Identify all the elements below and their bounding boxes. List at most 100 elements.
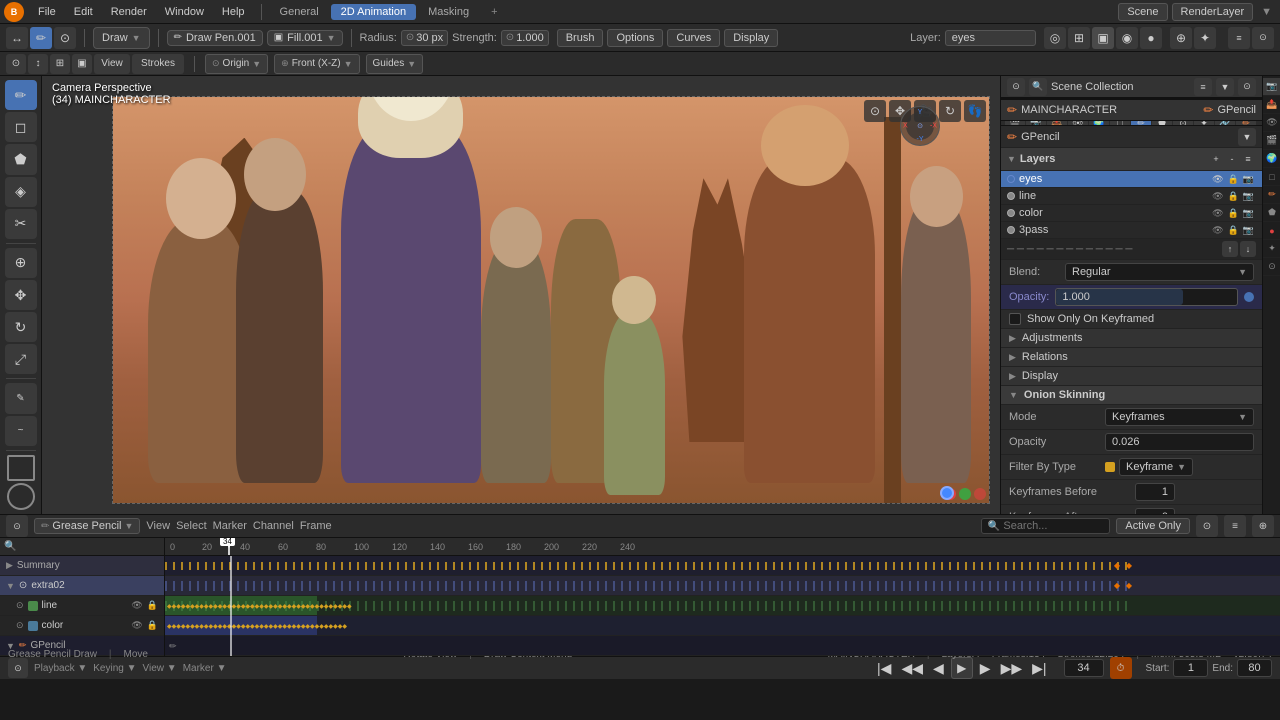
guides-btn[interactable]: Guides ▼: [366, 54, 424, 74]
view-direction-btn[interactable]: ⊕ Front (X-Z) ▼: [274, 54, 359, 74]
viewport-solid-icon[interactable]: ▣: [1092, 27, 1114, 49]
tl-view-menu[interactable]: View: [146, 520, 170, 532]
tl-filter-icon[interactable]: ⊙: [1196, 515, 1218, 537]
t2-icon1[interactable]: ⊙: [6, 54, 26, 74]
brush-btn[interactable]: Brush: [557, 29, 604, 47]
pi-shader-icon[interactable]: ●: [1263, 222, 1280, 240]
tint-tool[interactable]: ◈: [5, 177, 37, 207]
t2-icon3[interactable]: ⊞: [50, 54, 70, 74]
opacity-keyframe-dot[interactable]: [1244, 292, 1254, 302]
radius-input[interactable]: ⊙ 30 px: [401, 30, 448, 46]
track-gpencil[interactable]: ✏: [165, 636, 1280, 656]
vp-walk-icon[interactable]: 👣: [964, 100, 986, 122]
workspace-2d-animation[interactable]: 2D Animation: [331, 4, 416, 20]
layers-add-btn[interactable]: +: [1208, 151, 1224, 167]
pb-step-back[interactable]: ◀: [930, 660, 947, 677]
vp-rotate-icon[interactable]: ↻: [939, 100, 961, 122]
eyes-vis-icon[interactable]: 👁: [1210, 174, 1225, 185]
sc-filter-btn[interactable]: ▼: [1216, 78, 1234, 96]
transform-icon[interactable]: ↔: [6, 27, 28, 49]
pi-material-icon[interactable]: ⬟: [1263, 204, 1280, 222]
pi-view-icon[interactable]: 👁: [1263, 114, 1280, 132]
sculpt-icon[interactable]: ⊙: [54, 27, 76, 49]
fill-selector[interactable]: ▣ Fill.001 ▼: [267, 30, 343, 46]
pb-anim-icon[interactable]: ⏱: [1110, 657, 1132, 679]
origin-btn[interactable]: ⊙ Origin ▼: [205, 54, 268, 74]
viewport[interactable]: Camera Perspective (34) MAINCHARACTER: [42, 76, 1000, 514]
tl-label-extra02[interactable]: ▼ ⊙ extra02: [0, 576, 164, 596]
pi-obj-data-icon[interactable]: ✏: [1263, 186, 1280, 204]
line-lock-icon[interactable]: 🔒: [1226, 191, 1241, 202]
tl-collapse-icon[interactable]: ≡: [1224, 515, 1246, 537]
layers-menu-btn[interactable]: ≡: [1240, 151, 1256, 167]
overlay-icon[interactable]: ⊕: [1170, 27, 1192, 49]
blender-logo[interactable]: B: [4, 2, 24, 22]
pb-mode-icon[interactable]: ⊙: [8, 658, 28, 678]
workspace-masking[interactable]: Masking: [418, 4, 479, 20]
viewport-shade-icon[interactable]: ◎: [1044, 27, 1066, 49]
box-select-tool[interactable]: [7, 455, 35, 482]
scale-tool[interactable]: ⤢: [5, 344, 37, 374]
blend-selector[interactable]: Regular ▼: [1065, 263, 1254, 281]
sc-add-btn[interactable]: ⊙: [1238, 78, 1256, 96]
layer-3pass[interactable]: 3pass 👁 🔒 📷: [1001, 222, 1262, 239]
strokes-btn[interactable]: Strokes: [132, 54, 184, 74]
pb-keying-btn[interactable]: Playback ▼: [34, 663, 87, 674]
track-summary[interactable]: ◆ ◆: [165, 556, 1280, 576]
pi-particles-icon[interactable]: ✦: [1263, 240, 1280, 258]
pi-physics-icon[interactable]: ⊙: [1263, 258, 1280, 276]
menu-file[interactable]: File: [30, 4, 64, 20]
workspace-add[interactable]: +: [481, 4, 507, 20]
layer-move-up[interactable]: ↑: [1222, 241, 1238, 257]
layer-color[interactable]: color 👁 🔒 📷: [1001, 205, 1262, 222]
filter-type-select[interactable]: Keyframe ▼: [1119, 458, 1193, 476]
circle-select-tool[interactable]: [7, 483, 35, 510]
opacity-input[interactable]: 1.000: [1055, 288, 1238, 306]
sc-filter-icon[interactable]: ⊙: [1007, 78, 1025, 96]
layers-remove-btn[interactable]: -: [1224, 151, 1240, 167]
pb-end-input[interactable]: 80: [1237, 659, 1272, 677]
properties-icon[interactable]: ⊙: [1252, 27, 1274, 49]
brush-selector[interactable]: ✏ Draw Pen.001: [167, 30, 263, 46]
fill-tool[interactable]: ⬟: [5, 144, 37, 174]
smooth-tool[interactable]: ~: [5, 416, 37, 446]
tl-marker-menu[interactable]: Marker: [213, 520, 247, 532]
pb-step-fwd[interactable]: ▶: [977, 660, 994, 677]
layer-selector[interactable]: eyes: [945, 30, 1036, 46]
tl-line-vis[interactable]: 👁: [131, 600, 142, 611]
tl-color-vis[interactable]: 👁: [131, 620, 142, 631]
workspace-general[interactable]: General: [270, 4, 329, 20]
menu-edit[interactable]: Edit: [66, 4, 101, 20]
render-layer-selector[interactable]: RenderLayer: [1172, 3, 1254, 21]
keyframes-before-input[interactable]: 1: [1135, 483, 1175, 501]
tl-search-input[interactable]: [1003, 520, 1103, 532]
layer-eyes[interactable]: eyes 👁 🔒 📷: [1001, 171, 1262, 188]
tl-label-color[interactable]: ⊙ color 👁 🔒: [0, 616, 164, 636]
display-section[interactable]: ▶ Display: [1001, 367, 1262, 386]
scene-selector[interactable]: Scene: [1118, 3, 1167, 21]
relations-section[interactable]: ▶ Relations: [1001, 348, 1262, 367]
pb-playback-btn[interactable]: Keying ▼: [93, 663, 136, 674]
tl-color-lock[interactable]: 🔒: [147, 620, 158, 631]
options-btn[interactable]: Options: [607, 29, 663, 47]
view-menu-btn[interactable]: View: [94, 54, 130, 74]
track-extra02[interactable]: ◆ ◆: [165, 576, 1280, 596]
tl-select-menu[interactable]: Select: [176, 520, 207, 532]
nav-gizmo[interactable]: ⊙ Y -Y X -X: [900, 106, 940, 146]
viewport-material-icon[interactable]: ◉: [1116, 27, 1138, 49]
erase-tool[interactable]: ◻: [5, 112, 37, 142]
pb-jump-end[interactable]: ▶|: [1029, 660, 1049, 677]
track-color[interactable]: ◆◆◆◆◆◆◆◆◆◆◆◆◆◆◆◆◆◆◆◆◆◆◆◆◆◆◆◆◆◆◆◆◆◆◆◆◆◆◆: [165, 616, 1280, 636]
keyframes-after-input[interactable]: 0: [1135, 508, 1175, 514]
sc-search-icon[interactable]: 🔍: [1029, 78, 1047, 96]
3pass-vis-icon[interactable]: 👁: [1210, 225, 1225, 236]
tl-active-only-btn[interactable]: Active Only: [1116, 518, 1190, 534]
sc-view-icon[interactable]: ≡: [1194, 78, 1212, 96]
pb-prev-keyframe[interactable]: ◀◀: [898, 660, 926, 677]
tl-settings-icon[interactable]: ⊕: [1252, 515, 1274, 537]
edit-mode-tool[interactable]: ✎: [5, 383, 37, 413]
curves-btn[interactable]: Curves: [667, 29, 720, 47]
mode-button[interactable]: Draw ▼: [93, 27, 150, 49]
3pass-render-icon[interactable]: 📷: [1241, 225, 1256, 236]
3pass-lock-icon[interactable]: 🔒: [1226, 225, 1241, 236]
